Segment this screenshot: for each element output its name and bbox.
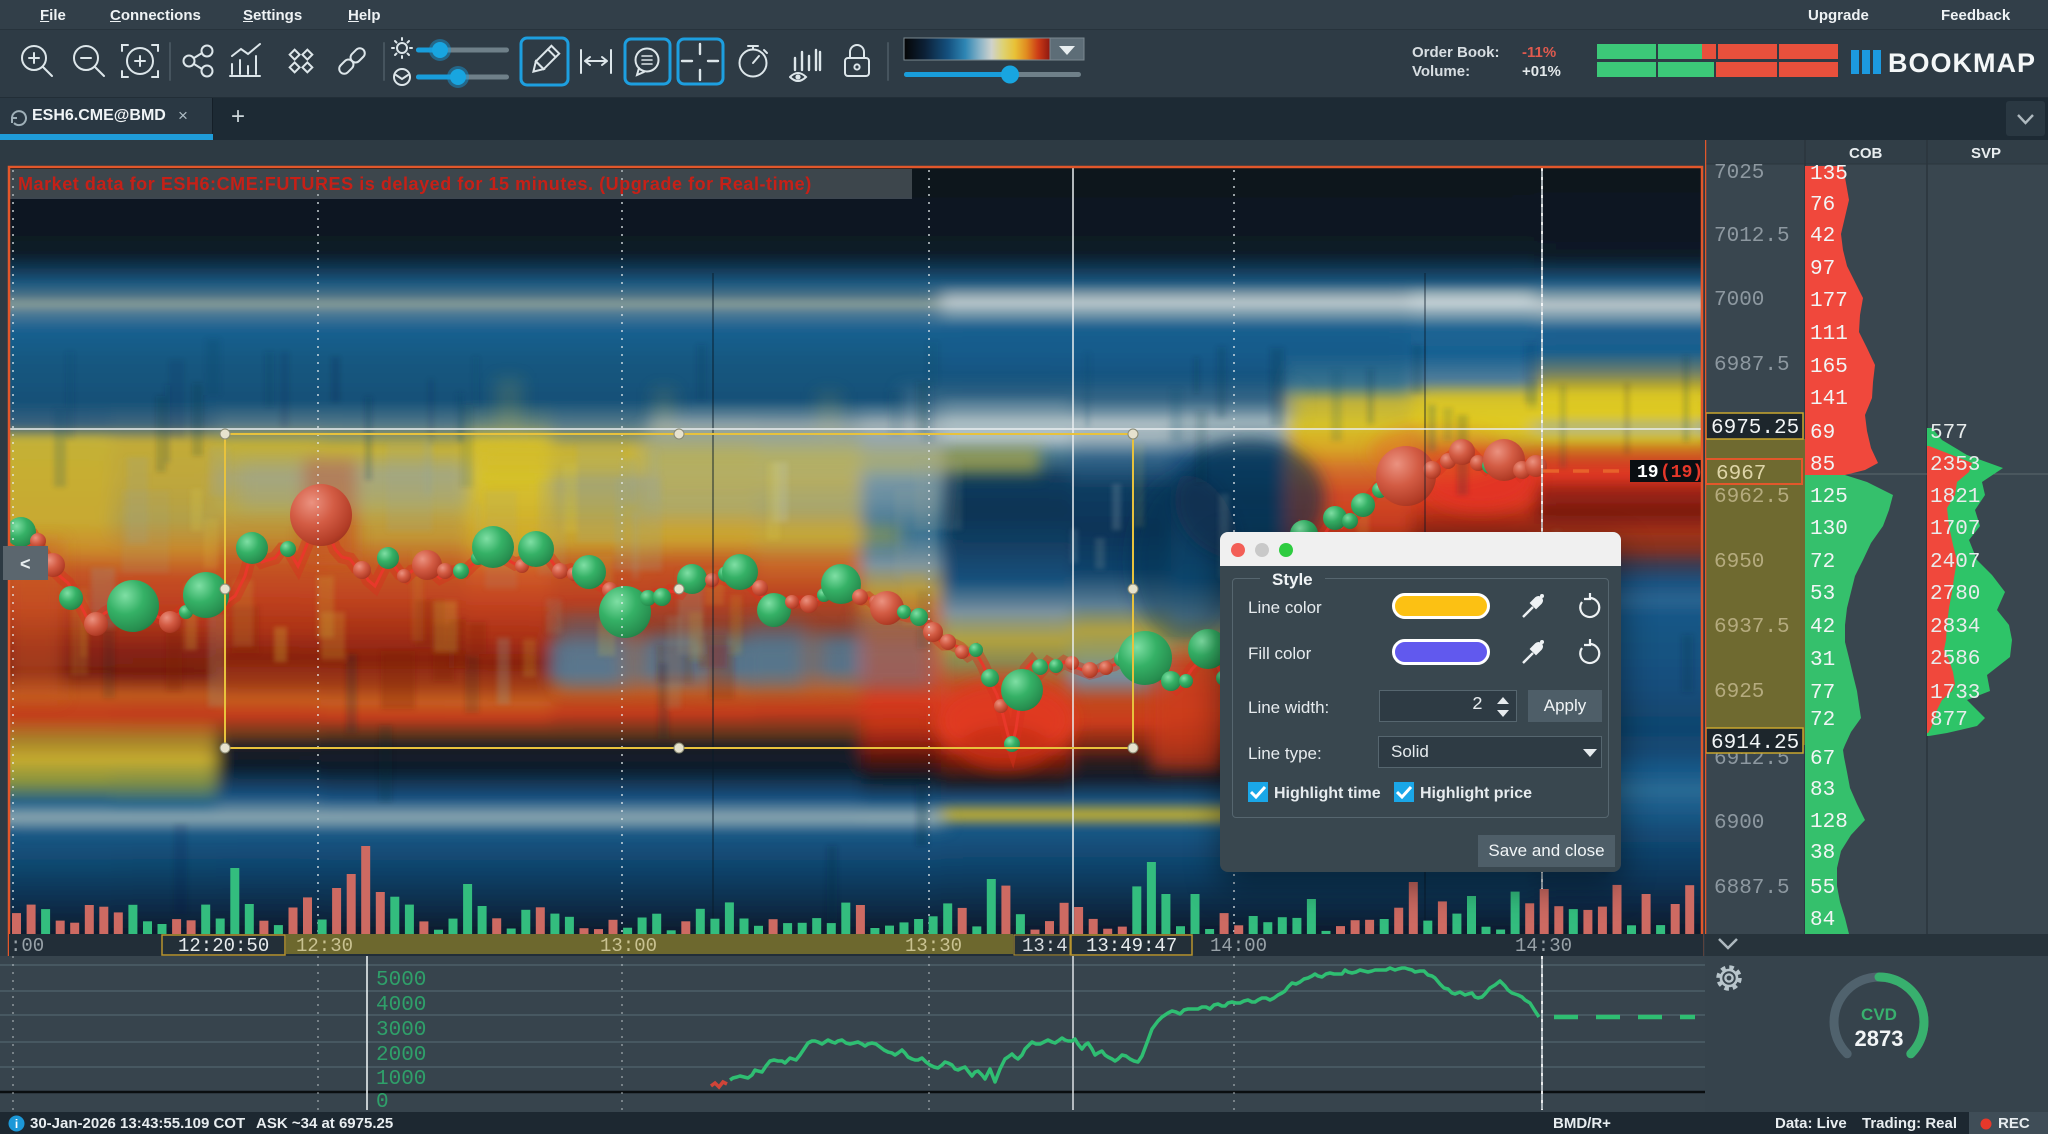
svg-text:85: 85 [1810,454,1835,477]
svg-text:5000: 5000 [376,969,426,992]
svg-text:6950: 6950 [1714,551,1764,574]
svg-text:6975.25: 6975.25 [1711,417,1799,440]
svg-text:14:30: 14:30 [1515,935,1572,956]
svg-text:2780: 2780 [1930,583,1980,606]
svg-text:13:30: 13:30 [905,935,962,956]
svg-text:6887.5: 6887.5 [1714,877,1790,900]
svg-text:1000: 1000 [376,1068,426,1091]
svg-text:BOOKMAP: BOOKMAP [1888,48,2036,78]
svg-text:31: 31 [1810,649,1835,672]
svg-text:(19): (19) [1660,463,1703,483]
svg-text:1707: 1707 [1930,518,1980,541]
svg-text:19: 19 [1637,463,1659,483]
svg-text:1821: 1821 [1930,486,1980,509]
svg-text:577: 577 [1930,422,1968,445]
svg-text:12:20:50: 12:20:50 [178,935,269,956]
svg-text:69: 69 [1810,422,1835,445]
svg-text:13:00: 13:00 [600,935,657,956]
svg-text:135: 135 [1810,163,1848,186]
svg-text:165: 165 [1810,356,1848,379]
svg-text:2873: 2873 [1855,1026,1904,1051]
svg-text:14:00: 14:00 [1210,935,1267,956]
svg-text:877: 877 [1930,709,1968,732]
svg-text:177: 177 [1810,290,1848,313]
svg-text:38: 38 [1810,842,1835,865]
svg-text:141: 141 [1810,388,1848,411]
svg-text:53: 53 [1810,583,1835,606]
svg-text:97: 97 [1810,258,1835,281]
svg-text:13:49:47: 13:49:47 [1086,935,1177,956]
svg-text:7012.5: 7012.5 [1714,225,1790,248]
svg-text:128: 128 [1810,811,1848,834]
svg-text:4000: 4000 [376,994,426,1017]
svg-text:42: 42 [1810,225,1835,248]
svg-text:6962.5: 6962.5 [1714,486,1790,509]
svg-text:55: 55 [1810,877,1835,900]
svg-text:42: 42 [1810,616,1835,639]
svg-text:6900: 6900 [1714,812,1764,835]
svg-text:1733: 1733 [1930,682,1980,705]
svg-text:76: 76 [1810,194,1835,217]
svg-text:2000: 2000 [376,1044,426,1067]
svg-text:67: 67 [1810,748,1835,771]
svg-text:<: < [20,554,31,574]
svg-text:125: 125 [1810,486,1848,509]
svg-text:130: 130 [1810,518,1848,541]
svg-text:Market data for ESH6:CME:FUTUR: Market data for ESH6:CME:FUTURES is dela… [18,174,812,194]
svg-text:SVP: SVP [1971,145,2001,162]
svg-text:12:30: 12:30 [296,935,353,956]
svg-text:77: 77 [1810,682,1835,705]
svg-text::00: :00 [10,935,44,956]
svg-text:6967: 6967 [1716,463,1766,486]
svg-text:6937.5: 6937.5 [1714,616,1790,639]
svg-text:83: 83 [1810,779,1835,802]
svg-text:2407: 2407 [1930,551,1980,574]
svg-text:0: 0 [376,1091,389,1112]
svg-text:6925: 6925 [1714,681,1764,704]
svg-text:84: 84 [1810,909,1835,932]
svg-text:2586: 2586 [1930,648,1980,671]
svg-text:111: 111 [1810,323,1848,346]
svg-text:CVD: CVD [1861,1005,1897,1024]
svg-text:3000: 3000 [376,1019,426,1042]
svg-text:6914.25: 6914.25 [1711,732,1799,755]
svg-text:7025: 7025 [1714,162,1764,185]
svg-text:6987.5: 6987.5 [1714,354,1790,377]
svg-text:13:4: 13:4 [1022,935,1068,956]
svg-text:2353: 2353 [1930,454,1980,477]
svg-text:COB: COB [1849,145,1883,162]
svg-text:72: 72 [1810,709,1835,732]
svg-text:i: i [15,1117,18,1131]
svg-text:72: 72 [1810,551,1835,574]
svg-text:2834: 2834 [1930,616,1980,639]
svg-text:7000: 7000 [1714,289,1764,312]
